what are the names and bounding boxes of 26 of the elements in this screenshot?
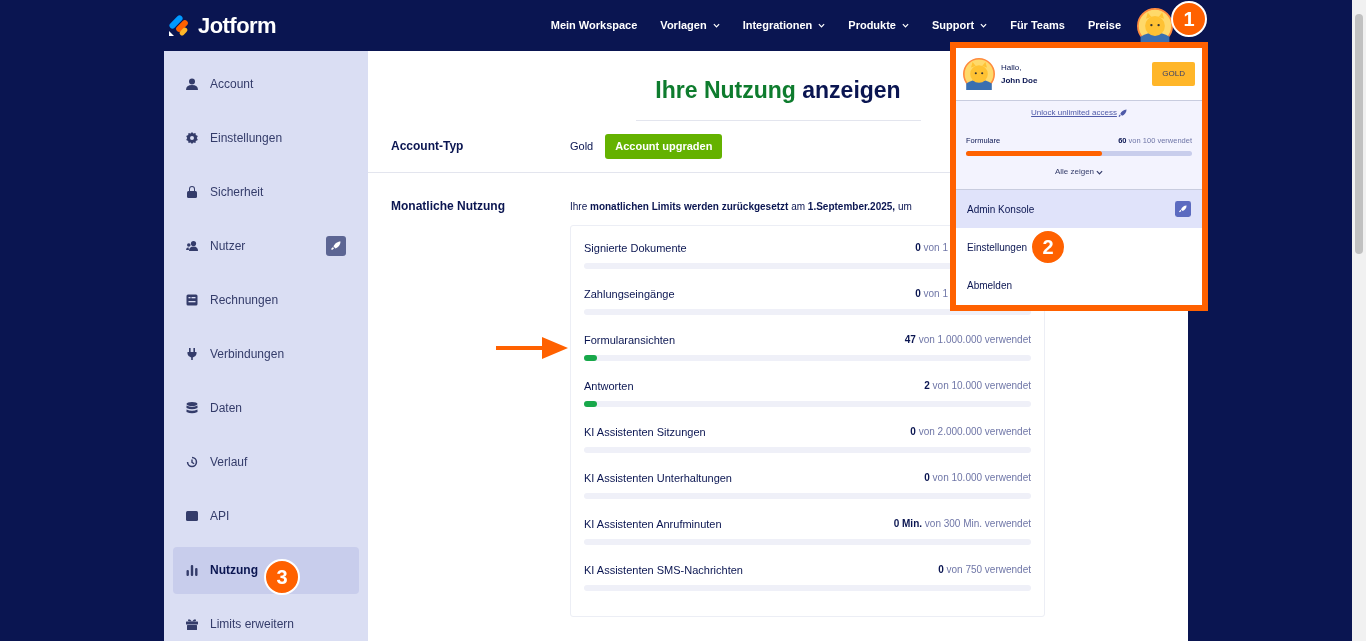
usage-reading: 0 von 1 xyxy=(915,287,948,302)
usage-reading: 2 von 10.000 verwendet xyxy=(924,379,1031,394)
greeting-text: Hallo, xyxy=(1001,62,1023,74)
usage-reading: 0 von 1 xyxy=(915,241,948,256)
user-name: John Doe xyxy=(1001,75,1038,87)
usage-label: KI Assistenten Sitzungen xyxy=(584,424,706,440)
usage-label: KI Assistenten Unterhaltungen xyxy=(584,470,732,486)
page-title: Ihre Nutzung anzeigen xyxy=(655,76,901,105)
usage-label: Zahlungseingänge xyxy=(584,286,675,302)
reset-note: Ihre monatlichen Limits werden zurückgesetzt am 1.September.2025, um xyxy=(570,199,912,214)
usage-reading: 0 Min. von 300 Min. verwendet xyxy=(893,517,1031,532)
step-callout-tooltip: 1 xyxy=(1171,1,1207,37)
usage-reading: 47 von 1.000.000 verwendet xyxy=(904,333,1031,348)
usage-label: KI Assistenten SMS-Nachrichten xyxy=(584,562,743,578)
usage-reading: 0 von 10.000 verwendet xyxy=(924,471,1031,486)
usage-reading: 0 von 2.000.000 verwendet xyxy=(910,425,1031,440)
plan-badge: GOLD xyxy=(1152,62,1195,86)
usage-reading: 0 von 750 verwendet xyxy=(938,563,1031,578)
usage-label: Signierte Dokumente xyxy=(584,240,687,256)
usage-label: KI Assistenten Anrufminuten xyxy=(584,516,722,532)
section-label: Account-Typ xyxy=(390,138,465,155)
usage-label: Formularansichten xyxy=(584,332,676,348)
usage-label: Antworten xyxy=(584,378,634,394)
step-callout-tooltip: 2 xyxy=(1030,229,1067,265)
section-label: Monatliche Nutzung xyxy=(390,197,506,215)
account-type-value: Gold xyxy=(570,138,594,154)
